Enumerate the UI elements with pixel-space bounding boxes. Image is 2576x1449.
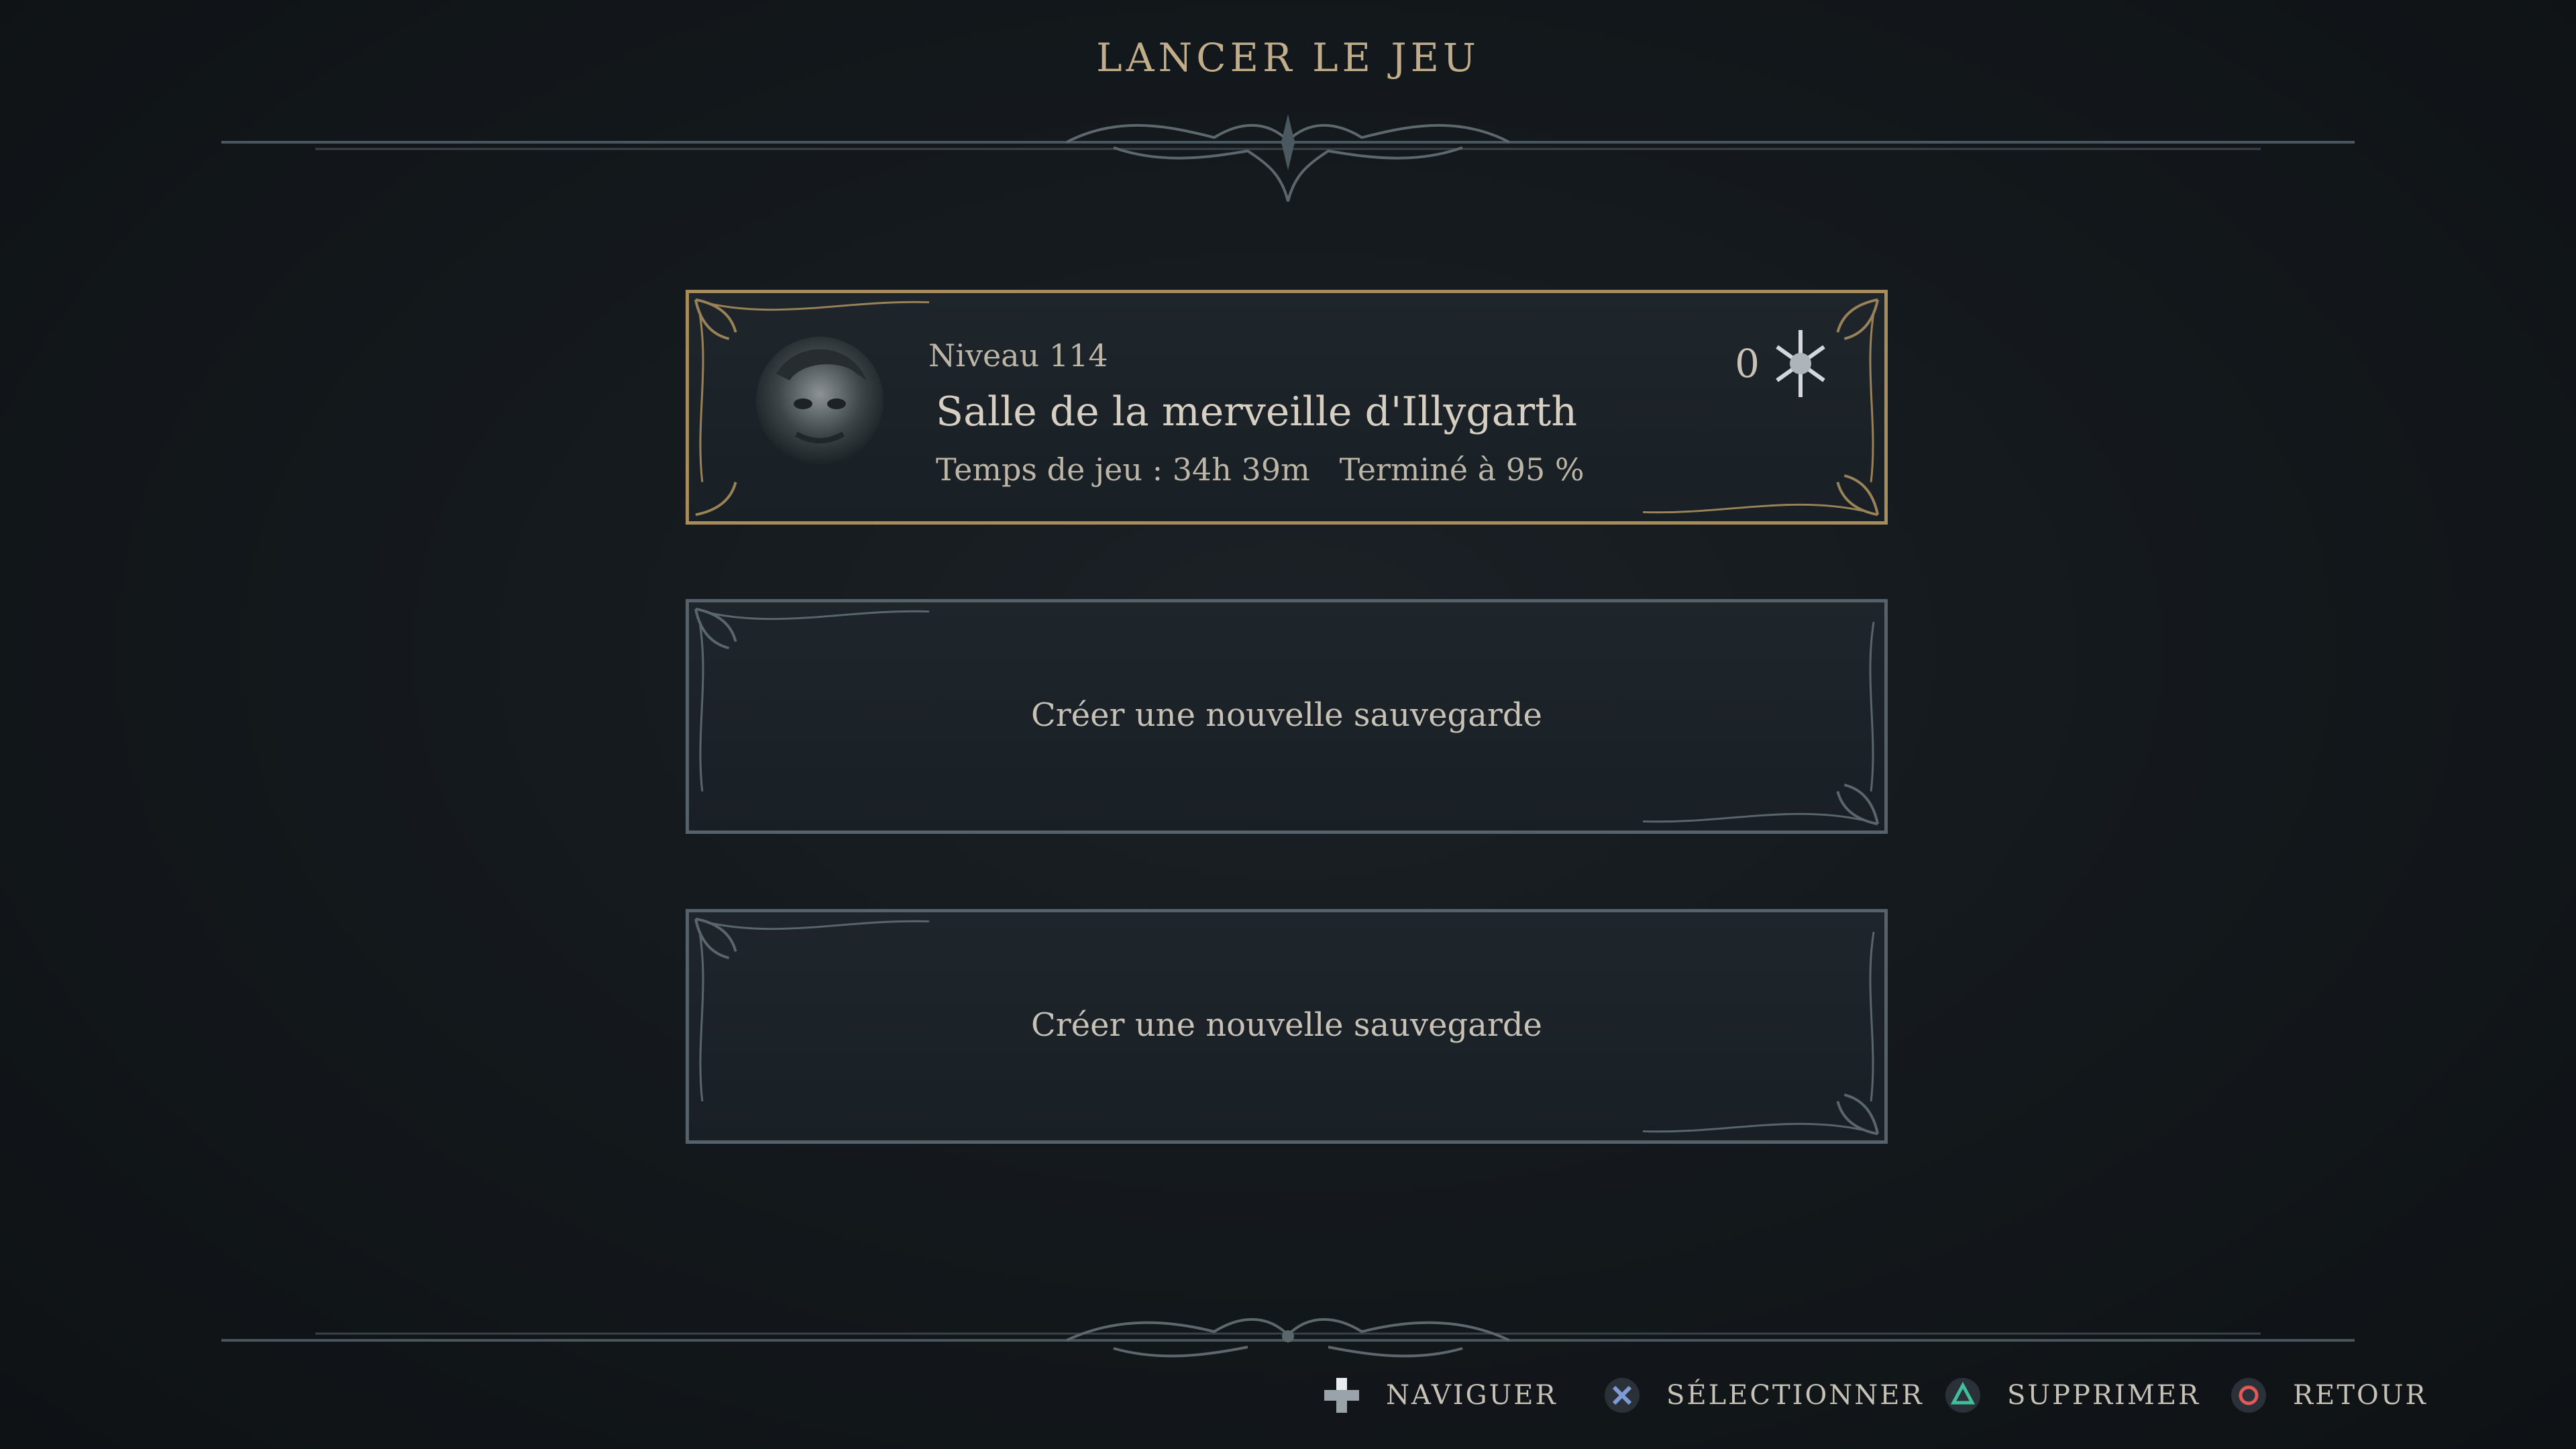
hint-select[interactable]: SÉLECTIONNER	[1601, 1368, 1924, 1422]
circle-button-icon	[2227, 1374, 2270, 1417]
character-portrait	[756, 337, 883, 464]
star-sigil-icon	[1776, 330, 1825, 397]
save-slot-3[interactable]: Créer une nouvelle sauvegarde	[686, 909, 1888, 1144]
cross-button-icon	[1601, 1374, 1644, 1417]
new-save-label: Créer une nouvelle sauvegarde	[1031, 1006, 1542, 1044]
hint-label: SÉLECTIONNER	[1666, 1380, 1924, 1411]
currency-count: 0	[1735, 341, 1760, 386]
button-hints-bar: NAVIGUER SÉLECTIONNER SUPPRIMER RETOUR	[0, 1368, 2576, 1422]
dpad-icon	[1320, 1374, 1363, 1417]
hint-label: NAVIGUER	[1386, 1380, 1558, 1411]
page-title: LANCER LE JEU	[1096, 35, 1480, 80]
ornamental-divider-top	[221, 114, 2355, 202]
hint-navigate[interactable]: NAVIGUER	[1320, 1368, 1558, 1422]
playtime: Temps de jeu : 34h 39m	[936, 451, 1310, 488]
save-stats: Temps de jeu : 34h 39m Terminé à 95 %	[936, 451, 1585, 488]
hint-label: SUPPRIMER	[2007, 1380, 2201, 1411]
character-level: Niveau 114	[928, 337, 1108, 374]
completion: Terminé à 95 %	[1339, 451, 1585, 488]
hint-label: RETOUR	[2293, 1380, 2428, 1411]
hint-delete[interactable]: SUPPRIMER	[1941, 1368, 2200, 1422]
new-save-label: Créer une nouvelle sauvegarde	[1031, 696, 1542, 734]
currency-display: 0	[1735, 327, 1831, 400]
triangle-button-icon	[1941, 1374, 1984, 1417]
save-slot-1[interactable]: Niveau 114 Salle de la merveille d'Illyg…	[686, 290, 1888, 525]
save-location: Salle de la merveille d'Illygarth	[936, 388, 1577, 435]
hint-back[interactable]: RETOUR	[2227, 1368, 2428, 1422]
save-slot-2[interactable]: Créer une nouvelle sauvegarde	[686, 599, 1888, 834]
